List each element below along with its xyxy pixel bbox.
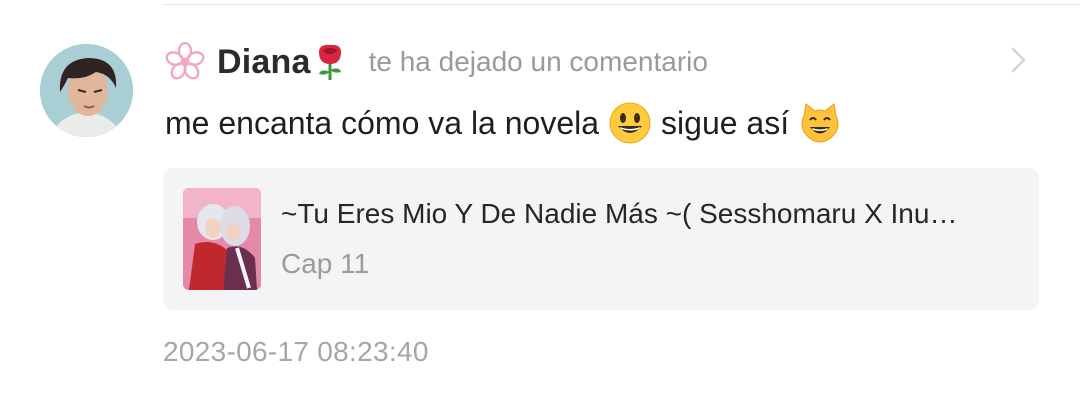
grinning-face-icon bbox=[609, 102, 651, 144]
timestamp: 2023-06-17 08:23:40 bbox=[163, 336, 429, 367]
avatar[interactable] bbox=[40, 44, 133, 137]
novel-card[interactable]: ~Tu Eres Mio Y De Nadie Más ~( Sesshomar… bbox=[163, 168, 1039, 310]
comment-header: Diana te ha dejado un comentario bbox=[165, 40, 708, 84]
sakura-flower-icon bbox=[165, 41, 205, 82]
chevron-right-icon[interactable] bbox=[1008, 46, 1030, 74]
action-text: te ha dejado un comentario bbox=[368, 46, 708, 77]
username[interactable]: Diana bbox=[217, 43, 311, 82]
comment-text-part2: sigue así bbox=[661, 104, 790, 141]
comment-text: me encanta cómo va la novela sigue así bbox=[165, 102, 851, 144]
comment-text-part1: me encanta cómo va la novela bbox=[165, 104, 600, 141]
chapter-label: Cap 11 bbox=[281, 248, 370, 279]
novel-title: ~Tu Eres Mio Y De Nadie Más ~( Sesshomar… bbox=[281, 198, 958, 229]
grinning-cat-icon bbox=[799, 102, 841, 144]
novel-cover-image bbox=[183, 188, 261, 290]
rose-icon bbox=[313, 42, 347, 82]
top-divider bbox=[163, 4, 1080, 5]
